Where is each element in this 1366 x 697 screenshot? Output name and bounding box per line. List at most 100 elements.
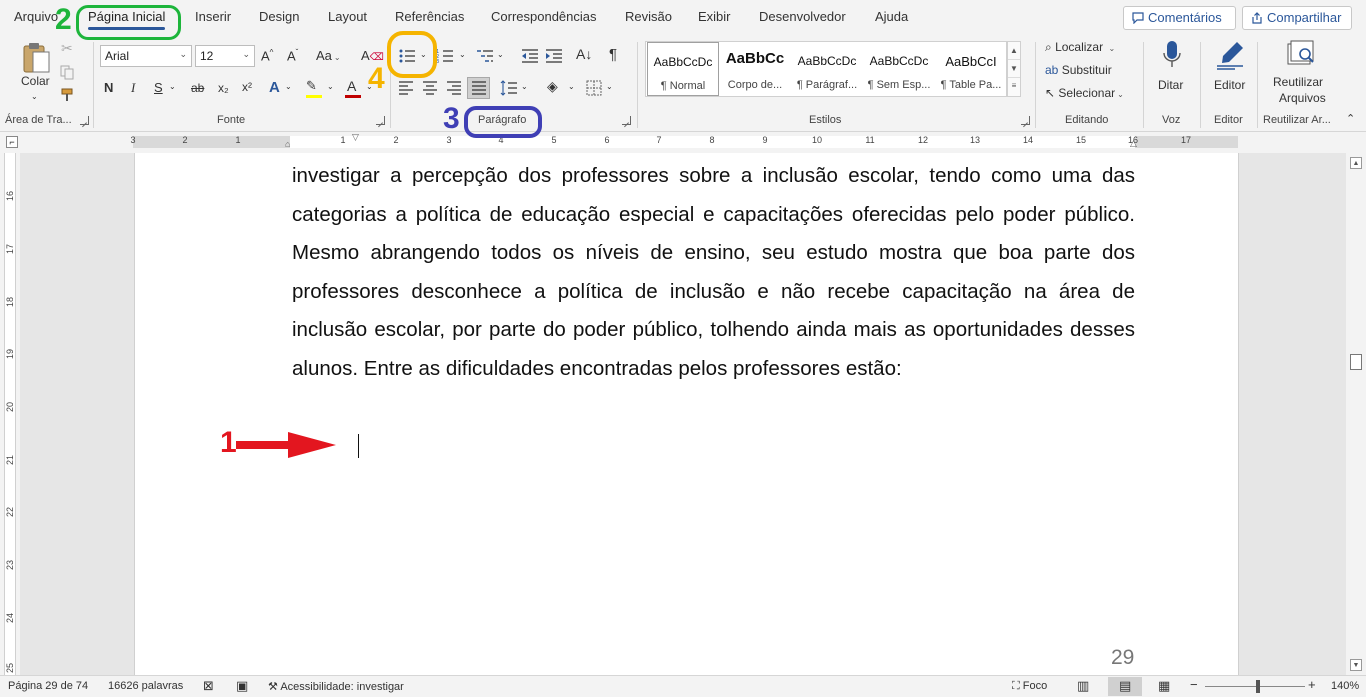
clear-format-icon[interactable]: A⌫ [361, 48, 384, 63]
multilevel-list-icon[interactable] [476, 48, 494, 64]
zoom-out-icon[interactable]: − [1190, 677, 1198, 692]
numbering-icon[interactable]: 123 [436, 48, 454, 64]
tab-inserir[interactable]: Inserir [195, 9, 231, 24]
share-button[interactable]: Compartilhar [1242, 6, 1352, 30]
text-effects-icon[interactable]: A [269, 79, 280, 96]
chevron-down-icon[interactable]: ⌄ [285, 82, 292, 91]
align-center-icon[interactable] [422, 81, 438, 95]
find-button[interactable]: ⌕ Localizar ⌄ [1045, 40, 1115, 55]
scroll-down-icon[interactable]: ▼ [1350, 659, 1362, 671]
web-layout-icon[interactable]: ▦ [1158, 678, 1170, 694]
cut-icon[interactable]: ✂ [61, 40, 73, 57]
accessibility-status[interactable]: ⚒ Acessibilidade: investigar [268, 680, 404, 693]
style-corpo[interactable]: AaBbCc Corpo de... [719, 42, 791, 96]
document-paragraph[interactable]: investigar a percepção dos professores s… [292, 157, 1135, 388]
tab-arquivo[interactable]: Arquivo [14, 9, 58, 24]
replace-button[interactable]: ab Substituir [1045, 63, 1112, 77]
tab-selector-icon[interactable]: ⌐ [6, 136, 18, 148]
reuse-files-button[interactable]: Reutilizar Arquivos [1268, 40, 1332, 106]
tab-ajuda[interactable]: Ajuda [875, 9, 908, 24]
sort-icon[interactable]: A↓ [576, 46, 592, 62]
show-marks-icon[interactable]: ¶ [609, 46, 617, 63]
select-button[interactable]: ↖ Selecionar ⌄ [1045, 86, 1124, 100]
print-layout-button[interactable]: ▤ [1108, 677, 1142, 696]
chevron-down-icon[interactable]: ⌄ [459, 50, 466, 59]
tab-revisao[interactable]: Revisão [625, 9, 672, 24]
borders-icon[interactable] [586, 80, 602, 96]
macro-record-icon[interactable]: ▣ [236, 678, 248, 694]
paragraph-launcher-icon[interactable] [622, 116, 631, 125]
clipboard-launcher-icon[interactable] [80, 116, 89, 125]
font-launcher-icon[interactable] [376, 116, 385, 125]
focus-button[interactable]: ⛶ Foco [1012, 680, 1047, 693]
zoom-level[interactable]: 140% [1331, 680, 1359, 692]
chevron-down-icon[interactable]: ⌄ [497, 50, 504, 59]
styles-scrollbar[interactable]: ▲ ▼ ≡ [1007, 41, 1021, 97]
font-color-icon[interactable]: A [347, 78, 356, 94]
left-indent-marker-icon[interactable]: ⌂ [285, 139, 290, 149]
tab-correspondencias[interactable]: Correspondências [491, 9, 597, 24]
increase-indent-icon[interactable] [545, 48, 563, 64]
zoom-in-icon[interactable]: + [1308, 677, 1316, 692]
decrease-indent-icon[interactable] [521, 48, 539, 64]
font-name-value: Arial [105, 49, 130, 63]
shading-icon[interactable]: ◈ [547, 78, 558, 95]
zoom-slider-thumb[interactable] [1256, 680, 1260, 693]
proofing-icon[interactable]: ⊠ [203, 678, 214, 694]
change-case-button[interactable]: Aa ⌄ [316, 48, 341, 63]
grow-font-icon[interactable]: A^ [261, 48, 273, 63]
chevron-down-icon[interactable]: ⌄ [606, 82, 613, 91]
chevron-down-icon[interactable]: ⌄ [521, 82, 528, 91]
chevron-down-icon[interactable]: ▼ [1008, 60, 1020, 78]
highlight-icon[interactable]: ✎ [306, 78, 317, 94]
zoom-slider[interactable] [1205, 686, 1305, 687]
chevron-down-icon[interactable]: ⌄ [327, 82, 334, 91]
word-count-status[interactable]: 16626 palavras [108, 680, 183, 692]
first-line-indent-marker-icon[interactable]: ▽ [352, 132, 359, 143]
underline-button[interactable]: S [154, 80, 163, 95]
align-left-icon[interactable] [398, 81, 414, 95]
font-name-dropdown[interactable]: Arial ⌄ [100, 45, 192, 67]
editor-button[interactable]: Editor [1210, 40, 1250, 100]
ruler-number: 3 [446, 135, 452, 145]
scroll-thumb[interactable] [1350, 354, 1362, 370]
scroll-up-icon[interactable]: ▲ [1350, 157, 1362, 169]
chevron-down-icon[interactable]: ⌄ [169, 82, 176, 91]
document-page[interactable]: investigar a percepção dos professores s… [134, 153, 1239, 675]
vertical-scrollbar[interactable]: ▲ ▼ [1346, 153, 1366, 675]
chevron-down-icon[interactable]: ⌄ [568, 82, 575, 91]
justify-button[interactable] [467, 77, 490, 99]
style-paragrafo[interactable]: AaBbCcDc ¶ Parágraf... [791, 42, 863, 96]
shrink-font-icon[interactable]: Aˇ [287, 48, 298, 63]
strikethrough-button[interactable]: ab [191, 81, 204, 95]
line-spacing-icon[interactable] [500, 80, 518, 96]
italic-button[interactable]: I [131, 80, 135, 96]
tab-exibir[interactable]: Exibir [698, 9, 731, 24]
read-mode-icon[interactable]: ▥ [1077, 678, 1089, 694]
dictate-button[interactable]: Ditar [1152, 40, 1190, 100]
tab-referencias[interactable]: Referências [395, 9, 464, 24]
collapse-ribbon-icon[interactable]: ⌃ [1346, 112, 1355, 125]
bold-button[interactable]: N [104, 80, 113, 95]
styles-launcher-icon[interactable] [1021, 116, 1030, 125]
style-sem-espacamento[interactable]: AaBbCcDc ¶ Sem Esp... [863, 42, 935, 96]
style-normal[interactable]: AaBbCcDc ¶ Normal [647, 42, 719, 96]
superscript-button[interactable]: x² [242, 80, 252, 94]
horizontal-ruler[interactable]: ⌐ ⌂ ▽ △ 3 2 1 1 2 3 4 5 6 7 8 9 10 11 12… [0, 132, 1366, 153]
paste-button[interactable]: Colar ⌄ [18, 40, 54, 104]
format-painter-icon[interactable] [59, 87, 75, 103]
vertical-ruler[interactable]: 16 17 18 19 20 21 22 23 24 25 [0, 153, 20, 675]
comments-button[interactable]: Comentários [1123, 6, 1236, 30]
chevron-up-icon[interactable]: ▲ [1008, 42, 1020, 60]
tab-layout[interactable]: Layout [328, 9, 367, 24]
gallery-more-icon[interactable]: ≡ [1008, 78, 1020, 96]
page-count-status[interactable]: Página 29 de 74 [8, 680, 88, 692]
focus-icon: ⛶ [1012, 680, 1020, 692]
tab-design[interactable]: Design [259, 9, 299, 24]
style-table-paragraph[interactable]: AaBbCcI ¶ Table Pa... [935, 42, 1007, 96]
font-size-dropdown[interactable]: 12 ⌄ [195, 45, 255, 67]
subscript-button[interactable]: x₂ [218, 81, 229, 95]
copy-icon[interactable] [59, 64, 75, 80]
tab-desenvolvedor[interactable]: Desenvolvedor [759, 9, 846, 24]
align-right-icon[interactable] [446, 81, 462, 95]
